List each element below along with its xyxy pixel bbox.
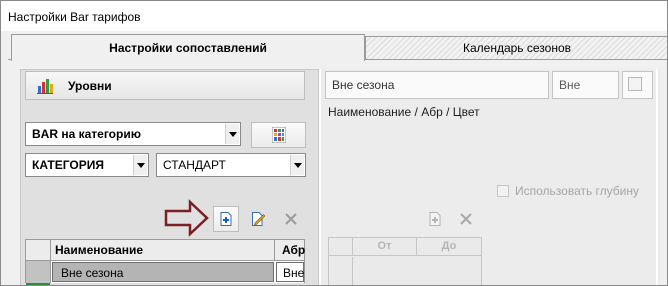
name-field-value: Вне сезона <box>332 78 395 92</box>
row-indicator-column <box>329 257 353 285</box>
window-title: Настройки Bar тарифов <box>8 10 141 24</box>
edit-button[interactable] <box>245 206 271 232</box>
abbr-field-value: Вне <box>559 78 581 92</box>
tab-label: Настройки сопоставлений <box>109 41 267 55</box>
annotation-arrow-icon <box>164 199 209 237</box>
levels-button-label: Уровни <box>68 79 112 93</box>
row-indicator[interactable] <box>26 261 51 283</box>
color-grid-button[interactable] <box>251 122 306 148</box>
add-document-icon <box>429 212 441 226</box>
color-swatch[interactable] <box>628 77 642 91</box>
name-field[interactable]: Вне сезона <box>325 71 549 99</box>
column-header-abbr[interactable]: Абр <box>275 240 305 260</box>
bar-chart-icon <box>37 79 53 94</box>
bar-mode-select[interactable]: BAR на категорию <box>25 122 241 146</box>
column-header-name[interactable]: Наименование <box>51 240 275 260</box>
bar-mode-value: BAR на категорию <box>32 127 141 141</box>
edit-document-icon <box>252 212 265 226</box>
right-panel-edge <box>656 69 658 285</box>
category-value: СТАНДАРТ <box>163 158 226 172</box>
season-table-header: От До <box>329 238 481 256</box>
add-button[interactable] <box>213 206 239 232</box>
row-name-cell[interactable]: Вне сезона <box>52 262 274 282</box>
title-bar: Настройки Bar тарифов <box>1 1 667 31</box>
category-type-value: КАТЕГОРИЯ <box>32 158 104 172</box>
season-delete-button[interactable] <box>453 206 479 232</box>
delete-button[interactable] <box>278 206 304 232</box>
levels-button[interactable]: Уровни <box>25 71 305 100</box>
levels-table-header: Наименование Абр <box>25 239 305 261</box>
use-depth-box[interactable] <box>497 185 509 197</box>
header-corner <box>329 238 353 256</box>
header-corner <box>26 240 51 260</box>
category-type-select[interactable]: КАТЕГОРИЯ <box>25 153 149 177</box>
fields-caption: Наименование / Абр / Цвет <box>328 105 480 119</box>
table-row[interactable]: Вне сезона Вне <box>25 261 305 283</box>
season-periods-table: От До <box>328 237 482 285</box>
color-grid-icon <box>272 127 286 143</box>
abbr-field[interactable]: Вне <box>552 71 619 99</box>
column-header-from[interactable]: От <box>353 238 417 256</box>
chevron-down-icon[interactable] <box>290 155 304 175</box>
close-icon <box>460 213 472 225</box>
use-depth-label: Использовать глубину <box>515 184 640 198</box>
settings-window: Настройки Bar тарифов Настройки сопостав… <box>0 0 668 286</box>
tab-mapping-settings[interactable]: Настройки сопоставлений <box>11 34 365 61</box>
tab-season-calendar[interactable]: Календарь сезонов <box>365 36 667 59</box>
chevron-down-icon[interactable] <box>225 124 239 144</box>
close-icon <box>285 213 297 225</box>
column-header-to[interactable]: До <box>417 238 481 256</box>
row-abbr-cell[interactable]: Вне <box>276 262 304 282</box>
add-document-icon <box>220 212 232 226</box>
tab-label: Календарь сезонов <box>462 41 572 55</box>
season-add-button[interactable] <box>422 206 448 232</box>
category-select[interactable]: СТАНДАРТ <box>156 153 306 177</box>
chevron-down-icon[interactable] <box>133 155 147 175</box>
